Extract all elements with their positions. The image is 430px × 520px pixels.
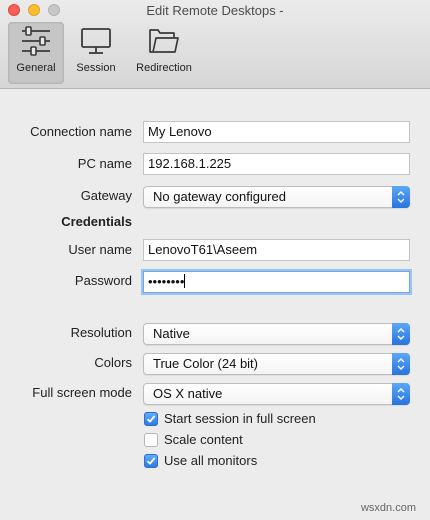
watermark: wsxdn.com (360, 502, 416, 514)
scale-content-checkbox[interactable] (144, 432, 158, 447)
start-full-screen-checkbox[interactable] (144, 411, 158, 426)
start-full-screen-label: Start session in full screen (164, 411, 316, 426)
resolution-value: Native (153, 326, 190, 341)
password-field[interactable]: •••••••• (143, 271, 410, 293)
popup-arrows-icon (392, 186, 410, 208)
monitor-icon (79, 26, 113, 56)
scale-content-label: Scale content (164, 432, 243, 447)
resolution-label: Resolution (70, 325, 132, 340)
connection-name-label: Connection name (30, 124, 132, 139)
text-caret (184, 274, 186, 288)
user-name-field[interactable]: LenovoT61\Aseem (143, 239, 410, 261)
popup-arrows-icon (392, 323, 410, 345)
tab-session-label: Session (76, 62, 116, 74)
tab-general-label: General (16, 62, 56, 74)
popup-arrows-icon (392, 383, 410, 405)
credentials-heading: Credentials (61, 214, 132, 229)
gateway-value: No gateway configured (153, 189, 286, 204)
full-screen-mode-value: OS X native (153, 386, 223, 401)
use-all-monitors-checkbox[interactable] (144, 453, 158, 468)
user-name-label: User name (68, 242, 132, 257)
full-screen-mode-label: Full screen mode (32, 385, 132, 400)
tab-redirection[interactable]: Redirection (130, 22, 198, 84)
pc-name-label: PC name (77, 156, 132, 171)
folder-icon (147, 26, 181, 56)
window-title: Edit Remote Desktops - (146, 3, 284, 18)
password-label: Password (74, 273, 132, 288)
full-screen-mode-popup[interactable]: OS X native (143, 383, 410, 405)
colors-label: Colors (94, 355, 132, 370)
checkmark-icon (146, 414, 156, 423)
scale-content-option[interactable]: Scale content (144, 432, 243, 447)
edit-remote-desktops-window: Edit Remote Desktops - General Session R… (0, 0, 430, 520)
tab-redirection-label: Redirection (136, 62, 192, 74)
colors-popup[interactable]: True Color (24 bit) (143, 353, 410, 375)
tab-session[interactable]: Session (70, 22, 122, 84)
colors-value: True Color (24 bit) (153, 356, 258, 371)
checkmark-icon (146, 456, 156, 465)
pc-name-field[interactable]: 192.168.1.225 (143, 153, 410, 175)
use-all-monitors-option[interactable]: Use all monitors (144, 453, 257, 468)
gateway-label: Gateway (80, 188, 132, 203)
title-bar: Edit Remote Desktops - General Session R… (0, 0, 430, 89)
connection-name-field[interactable]: My Lenovo (143, 121, 410, 143)
tab-general[interactable]: General (8, 22, 64, 84)
use-all-monitors-label: Use all monitors (164, 453, 258, 468)
gateway-popup[interactable]: No gateway configured (143, 186, 410, 208)
popup-arrows-icon (392, 353, 410, 375)
resolution-popup[interactable]: Native (143, 323, 410, 345)
start-full-screen-option[interactable]: Start session in full screen (144, 411, 316, 426)
sliders-icon (19, 26, 53, 56)
password-value: •••••••• (148, 274, 185, 289)
